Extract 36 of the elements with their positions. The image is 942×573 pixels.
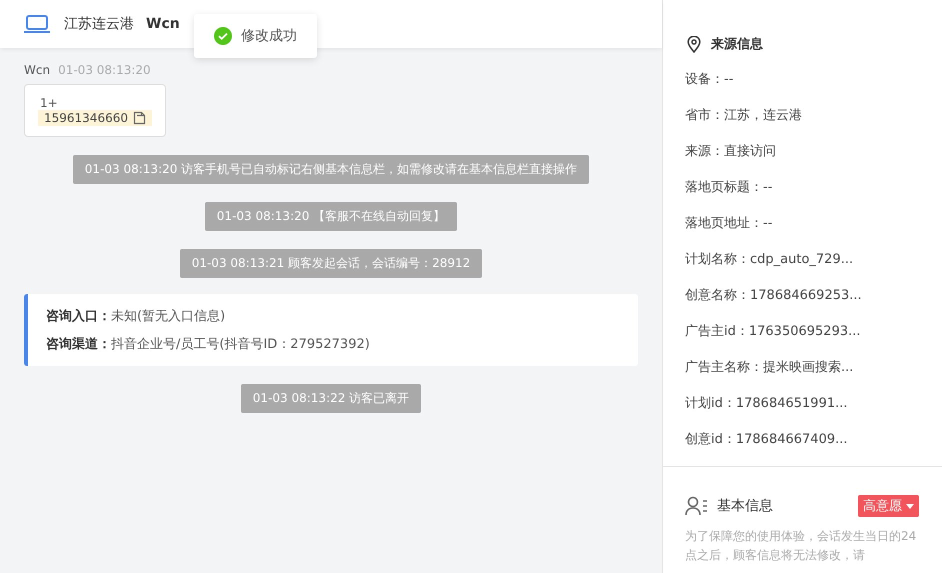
source-field: 广告主名称：提米映画搜索... (663, 358, 942, 378)
section-title: 基本信息 (717, 497, 774, 515)
source-field: 广告主id：176350695293... (663, 322, 942, 342)
system-message: 01-03 08:13:22 访客已离开 (240, 384, 422, 413)
location-text: 江苏连云港 (64, 15, 134, 33)
system-message: 01-03 08:13:21 顾客发起会话，会话编号：28912 (180, 249, 482, 278)
notice-text: 为了保障您的使用体验，会话发生当日的24点之后，顾客信息将无法修改，请 (684, 528, 918, 564)
source-field: 创意id：178684667409... (663, 430, 942, 450)
phone-number: 15961346660 (44, 111, 128, 125)
section-title: 来源信息 (711, 36, 763, 53)
sender-name: Wcn (24, 63, 50, 77)
copy-icon[interactable] (132, 111, 146, 125)
source-field: 创意名称：178684669253... (663, 286, 942, 306)
source-field: 落地页标题：-- (663, 178, 942, 198)
system-message: 01-03 08:13:20 访客手机号已自动标记右侧基本信息栏，如需修改请在基本信息栏直接操作 (72, 155, 590, 184)
source-field: 省市：江苏，连云港 (663, 106, 942, 126)
location-pin-icon (687, 36, 701, 52)
info-value: 未知(暂无入口信息) (111, 309, 226, 324)
message-time: 01-03 08:13:20 (58, 63, 151, 77)
visitor-name: Wcn (146, 16, 180, 32)
source-field: 计划id：178684651991... (663, 394, 942, 414)
source-field: 来源：直接访问 (663, 142, 942, 162)
source-field: 计划名称：cdp_auto_729... (663, 250, 942, 270)
user-list-icon (685, 496, 709, 516)
info-label: 咨询渠道： (46, 337, 111, 352)
check-circle-icon (214, 27, 232, 45)
system-message: 01-03 08:13:20 【客服不在线自动回复】 (204, 202, 458, 231)
info-label: 咨询入口： (46, 309, 111, 324)
source-field: 设备：-- (663, 70, 942, 90)
intent-dropdown[interactable]: 高意愿 (858, 495, 919, 517)
source-field: 落地页地址：-- (663, 214, 942, 234)
caret-icon (906, 504, 914, 508)
phone-prefix: 1+ (39, 96, 58, 110)
toast-text: 修改成功 (241, 27, 297, 45)
info-value: 抖音企业号/员工号(抖音号ID：279527392) (111, 337, 370, 352)
laptop-icon (24, 14, 50, 34)
